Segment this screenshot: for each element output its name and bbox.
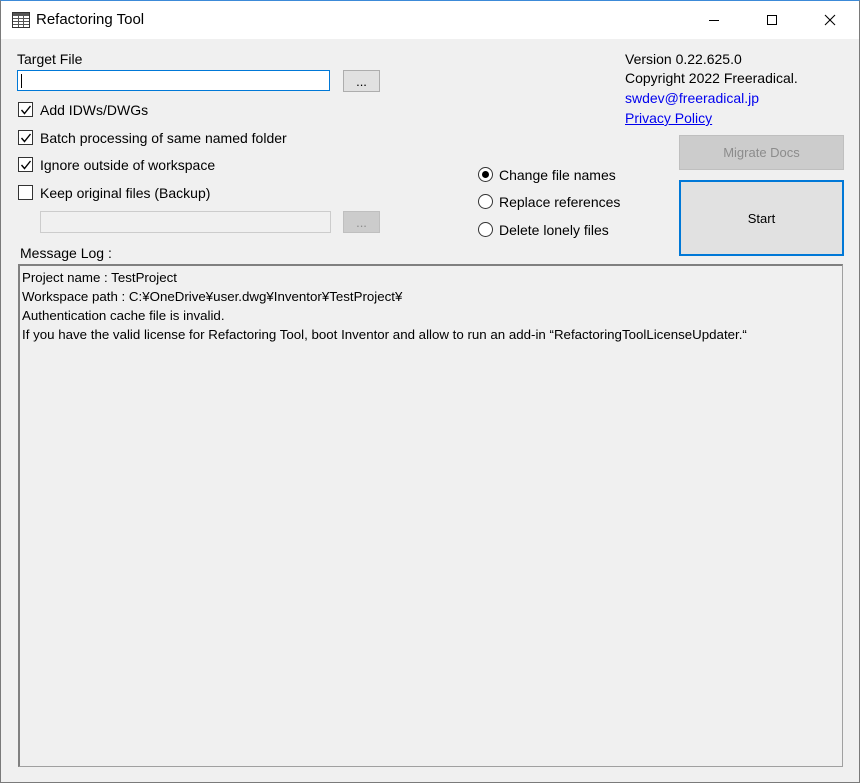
copyright-text: Copyright 2022 Freeradical.	[625, 70, 798, 86]
browse-backup-button[interactable]: ...	[343, 211, 380, 233]
privacy-policy-link[interactable]: Privacy Policy	[625, 110, 712, 126]
log-line: Authentication cache file is invalid.	[22, 308, 225, 323]
email-link[interactable]: swdev@freeradical.jp	[625, 90, 759, 106]
app-window: Refactoring Tool Target File ... Add IDW…	[0, 0, 860, 783]
checkbox-label: Batch processing of same named folder	[40, 130, 287, 146]
message-log-label: Message Log :	[20, 245, 112, 261]
radio-label: Replace references	[499, 194, 621, 210]
target-file-label: Target File	[17, 51, 83, 67]
log-line: If you have the valid license for Refact…	[22, 327, 747, 342]
close-button[interactable]	[801, 1, 859, 39]
message-log[interactable]: Project name : TestProject Workspace pat…	[18, 264, 843, 767]
browse-target-button[interactable]: ...	[343, 70, 380, 92]
radio-dot	[482, 171, 489, 178]
log-line: Project name : TestProject	[22, 270, 177, 285]
window-title: Refactoring Tool	[36, 11, 145, 28]
radio-label: Change file names	[499, 167, 616, 183]
table-icon	[12, 12, 30, 28]
minimize-button[interactable]	[685, 1, 743, 39]
target-file-input[interactable]	[17, 70, 330, 91]
backup-path-input[interactable]	[40, 211, 331, 233]
checkmark-icon	[20, 133, 32, 143]
checkmark-icon	[20, 105, 32, 115]
checkbox-ignore-outside-workspace[interactable]	[18, 157, 33, 172]
migrate-docs-button[interactable]: Migrate Docs	[679, 135, 844, 170]
checkmark-icon	[20, 160, 32, 170]
checkbox-add-idws-dwgs[interactable]	[18, 102, 33, 117]
checkbox-label: Add IDWs/DWGs	[40, 102, 149, 118]
maximize-icon	[767, 15, 777, 25]
maximize-button[interactable]	[743, 1, 801, 39]
radio-delete-lonely-files[interactable]	[478, 222, 493, 237]
checkbox-label: Keep original files (Backup)	[40, 185, 211, 201]
checkbox-label: Ignore outside of workspace	[40, 157, 216, 173]
checkbox-keep-original-files[interactable]	[18, 185, 33, 200]
radio-label: Delete lonely files	[499, 222, 609, 238]
radio-change-file-names[interactable]	[478, 167, 493, 182]
title-bar[interactable]: Refactoring Tool	[1, 1, 859, 39]
radio-replace-references[interactable]	[478, 194, 493, 209]
version-text: Version 0.22.625.0	[625, 51, 742, 67]
start-button[interactable]: Start	[679, 180, 844, 256]
log-line: Workspace path : C:¥OneDrive¥user.dwg¥In…	[22, 289, 403, 304]
checkbox-batch-processing[interactable]	[18, 130, 33, 145]
text-caret	[21, 74, 22, 88]
close-icon	[824, 14, 836, 26]
minimize-icon	[709, 20, 719, 21]
